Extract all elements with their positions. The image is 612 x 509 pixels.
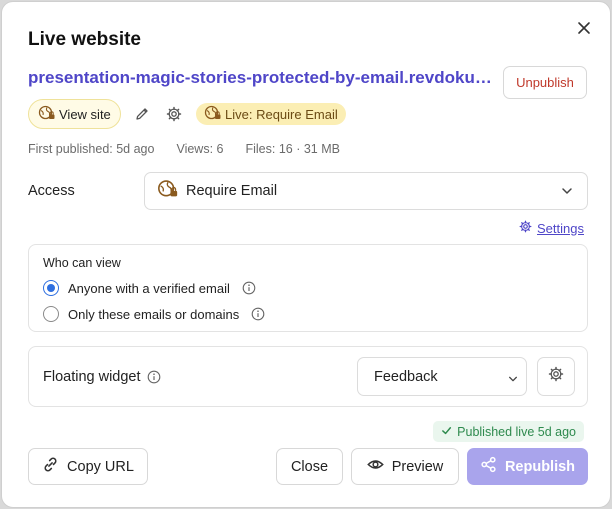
files-stat: Files: 16 · 31 MB: [245, 142, 340, 156]
widget-settings-button[interactable]: [537, 357, 575, 396]
gear-icon: [519, 220, 532, 236]
preview-button[interactable]: Preview: [351, 448, 459, 485]
close-icon[interactable]: [576, 20, 592, 36]
gear-icon: [548, 366, 564, 387]
republish-button[interactable]: Republish: [467, 448, 588, 485]
view-site-label: View site: [59, 106, 111, 122]
link-icon: [42, 456, 59, 477]
publish-stats: First published: 5d ago Views: 6 Files: …: [28, 142, 340, 156]
floating-widget-panel: Floating widget Feedback: [28, 346, 588, 407]
eye-icon: [366, 456, 384, 477]
floating-widget-value: Feedback: [374, 368, 438, 385]
radio-button[interactable]: [43, 306, 59, 322]
access-label: Access: [28, 183, 75, 199]
unpublish-button[interactable]: Unpublish: [503, 66, 587, 99]
republish-label: Republish: [504, 458, 576, 475]
radio-option-verified-email[interactable]: Anyone with a verified email: [43, 280, 256, 296]
info-icon[interactable]: [251, 307, 265, 321]
site-url-link[interactable]: presentation-magic-stories-protected-by-…: [28, 68, 492, 88]
radio-option-label: Anyone with a verified email: [68, 280, 230, 296]
check-icon: [441, 425, 452, 439]
info-icon[interactable]: [242, 281, 256, 295]
radio-option-label: Only these emails or domains: [68, 306, 240, 322]
view-site-button[interactable]: View site: [28, 99, 121, 129]
dialog-title: Live website: [28, 29, 141, 50]
globe-lock-icon: [204, 105, 222, 124]
copy-url-button[interactable]: Copy URL: [28, 448, 148, 485]
settings-link-label: Settings: [537, 220, 584, 236]
who-can-view-panel: Who can view Anyone with a verified emai…: [28, 244, 588, 332]
chevron-down-icon: [508, 372, 518, 388]
access-settings-link[interactable]: Settings: [519, 220, 584, 236]
live-status-label: Live: Require Email: [225, 106, 338, 122]
live-status-badge: Live: Require Email: [196, 103, 346, 125]
views-stat: Views: 6: [176, 142, 224, 156]
floating-widget-row: Floating widget: [43, 369, 161, 385]
share-icon: [480, 456, 497, 477]
radio-button[interactable]: [43, 280, 59, 296]
chevron-down-icon: [561, 185, 573, 201]
published-status-label: Published live 5d ago: [457, 424, 576, 439]
access-select-value: Require Email: [186, 183, 278, 199]
floating-widget-select[interactable]: Feedback: [357, 357, 527, 396]
globe-lock-icon: [157, 179, 179, 203]
first-published-stat: First published: 5d ago: [28, 142, 155, 156]
pencil-icon[interactable]: [133, 105, 151, 123]
access-select[interactable]: Require Email: [144, 172, 588, 210]
info-icon[interactable]: [147, 370, 161, 384]
preview-label: Preview: [391, 458, 444, 475]
globe-lock-icon: [38, 105, 56, 124]
who-can-view-label: Who can view: [43, 256, 121, 270]
gear-icon[interactable]: [165, 105, 183, 123]
published-status-badge: Published live 5d ago: [433, 421, 584, 442]
floating-widget-label: Floating widget: [43, 369, 141, 385]
copy-url-label: Copy URL: [67, 458, 134, 475]
radio-option-specific-emails[interactable]: Only these emails or domains: [43, 306, 265, 322]
close-button[interactable]: Close: [276, 448, 343, 485]
publish-dialog: Live website presentation-magic-stories-…: [1, 1, 611, 508]
